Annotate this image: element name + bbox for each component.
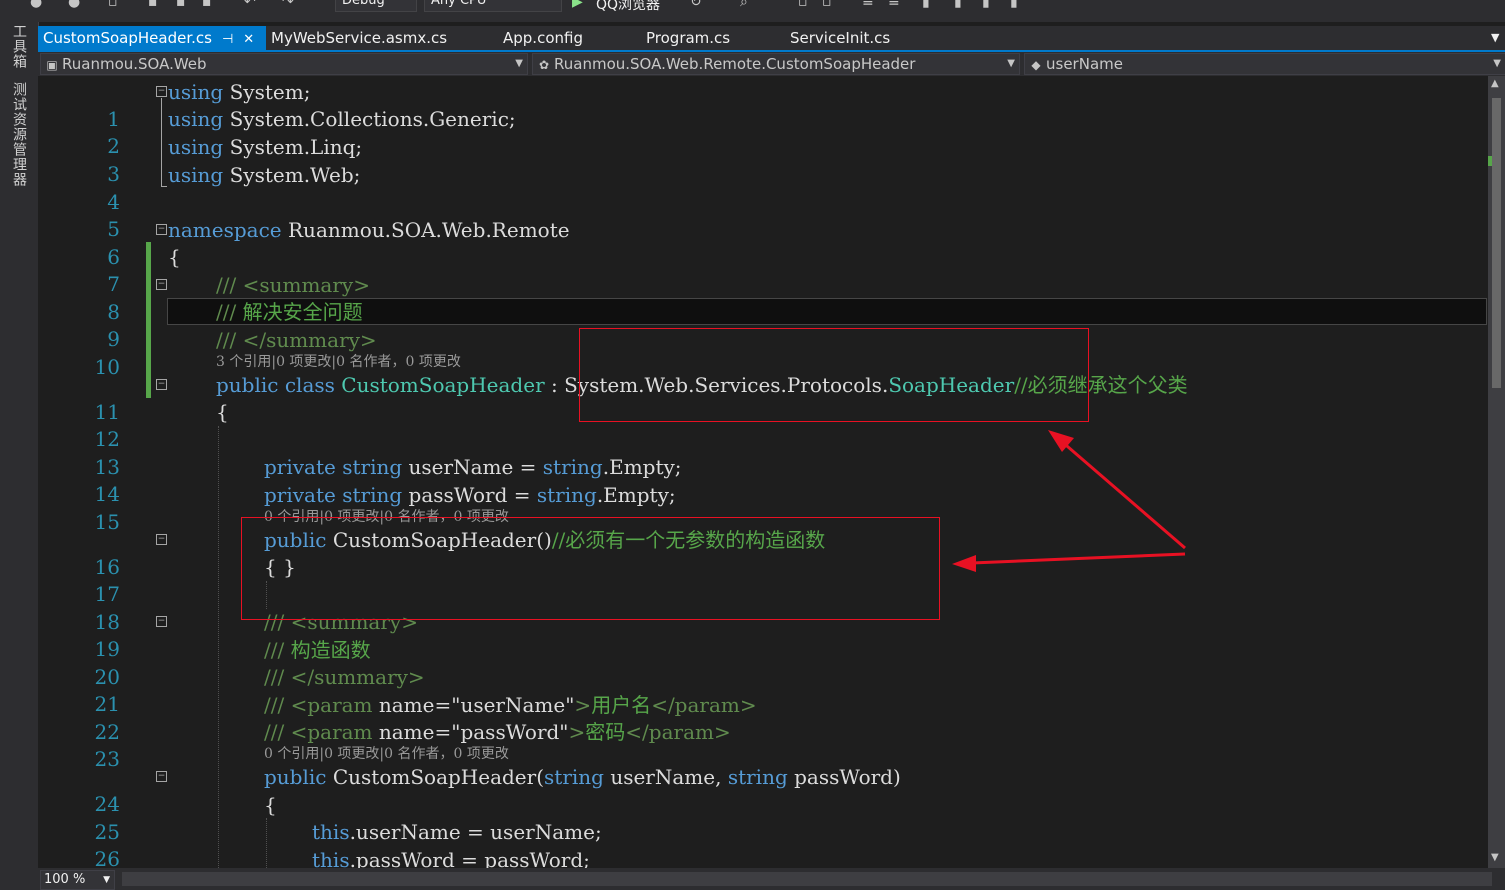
toolbox-tab[interactable]: 工具箱 [9, 24, 29, 69]
uncomment-icon[interactable]: ▫ [822, 0, 836, 10]
chevron-down-icon: ▼ [1007, 58, 1015, 69]
test-explorer-tab[interactable]: 测试资源管理器 [9, 82, 29, 187]
forward-icon[interactable]: ● [68, 0, 82, 10]
side-tool-windows: 工具箱 测试资源管理器 [0, 22, 39, 890]
prev-bookmark-icon[interactable]: ▮ [954, 0, 968, 10]
undo-icon[interactable]: ↶ [244, 0, 258, 10]
tab-program[interactable]: Program.cs [641, 26, 735, 50]
open-folder-icon[interactable]: ▪ [148, 0, 162, 10]
annotation-arrows [952, 430, 1186, 572]
chevron-down-icon: ▼ [515, 58, 523, 69]
arrow-to-base-class [1059, 438, 1186, 550]
redo-icon[interactable]: ↷ [282, 0, 296, 10]
run-target-button[interactable]: QQ浏览器 [596, 0, 660, 14]
member-name: userName [1046, 55, 1123, 73]
document-tabs: CustomSoapHeader.cs ⊣ ✕ MyWebService.asmx.… [38, 26, 1505, 50]
tab-label: App.config [503, 29, 583, 47]
tab-serviceinit[interactable]: ServiceInit.cs [785, 26, 895, 50]
horizontal-scrollbar[interactable] [122, 872, 1492, 886]
arrow-to-ctor [971, 552, 1186, 565]
save-icon[interactable]: ▪ [176, 0, 190, 10]
code-editor[interactable]: − − − − − − − 1 using System; 2 using Sy… [38, 76, 1488, 868]
tab-label: CustomSoapHeader.cs [43, 29, 212, 47]
class-icon: ✿ [538, 58, 550, 72]
clear-bookmarks-icon[interactable]: ▮ [1010, 0, 1024, 10]
new-file-icon[interactable]: ▫ [108, 0, 122, 10]
navigation-bar: ▣ Ruanmou.SOA.Web ▼ ✿ Ruanmou.SOA.Web.Remo… [38, 52, 1505, 76]
scroll-change-marker [1488, 156, 1492, 166]
zoom-dropdown[interactable]: 100 % ▼ [40, 870, 115, 890]
tab-customsoapheader[interactable]: CustomSoapHeader.cs ⊣ ✕ [38, 26, 266, 50]
outdent-icon[interactable]: ≡ [888, 0, 902, 10]
tab-overflow-icon[interactable]: ▼ [1486, 26, 1504, 50]
tab-label: MyWebService.asmx.cs [271, 29, 448, 47]
back-icon[interactable]: ● [30, 0, 44, 10]
project-name: Ruanmou.SOA.Web [62, 55, 207, 73]
editor-bottom-bar: 100 % ▼ [38, 868, 1505, 890]
next-bookmark-icon[interactable]: ▮ [982, 0, 996, 10]
indent-icon[interactable]: ≡ [862, 0, 876, 10]
platform-dropdown[interactable]: Any CPU [424, 0, 562, 12]
close-icon[interactable]: ✕ [243, 32, 254, 47]
type-dropdown[interactable]: ✿ Ruanmou.SOA.Web.Remote.CustomSoapHeader… [532, 53, 1020, 75]
main-toolbar: ● ● ▫ ▪ ▪ ▪ ↶ ↷ Debug Any CPU ▶ QQ浏览器 ↻ … [0, 0, 1505, 22]
member-dropdown[interactable]: ◆ userName ▼ [1024, 53, 1505, 75]
refresh-icon[interactable]: ↻ [690, 0, 704, 10]
save-all-icon[interactable]: ▪ [202, 0, 216, 10]
tab-label: Program.cs [646, 29, 731, 47]
tab-label: ServiceInit.cs [790, 29, 891, 47]
chevron-down-icon: ▼ [1493, 58, 1501, 69]
type-name: Ruanmou.SOA.Web.Remote.CustomSoapHeader [554, 55, 916, 73]
pin-icon[interactable]: ⊣ [222, 32, 233, 47]
project-dropdown[interactable]: ▣ Ruanmou.SOA.Web ▼ [40, 53, 528, 75]
tab-app-config[interactable]: App.config [498, 26, 588, 50]
vertical-scrollbar[interactable]: ▲ ▼ [1488, 76, 1505, 868]
chevron-down-icon: ▼ [103, 875, 110, 885]
start-icon[interactable]: ▶ [572, 0, 583, 10]
project-icon: ▣ [46, 58, 58, 72]
arrowhead [952, 555, 976, 572]
tab-mywebservice[interactable]: MyWebService.asmx.cs [266, 26, 452, 50]
find-icon[interactable]: ⌕ [740, 0, 754, 10]
scroll-down-icon[interactable]: ▼ [1491, 852, 1499, 863]
comment-icon[interactable]: ▫ [798, 0, 812, 10]
scroll-up-icon[interactable]: ▲ [1491, 78, 1499, 89]
field-icon: ◆ [1031, 58, 1041, 72]
bookmark-icon[interactable]: ▮ [922, 0, 936, 10]
configuration-dropdown[interactable]: Debug [335, 0, 417, 12]
scroll-thumb[interactable] [1492, 98, 1501, 388]
